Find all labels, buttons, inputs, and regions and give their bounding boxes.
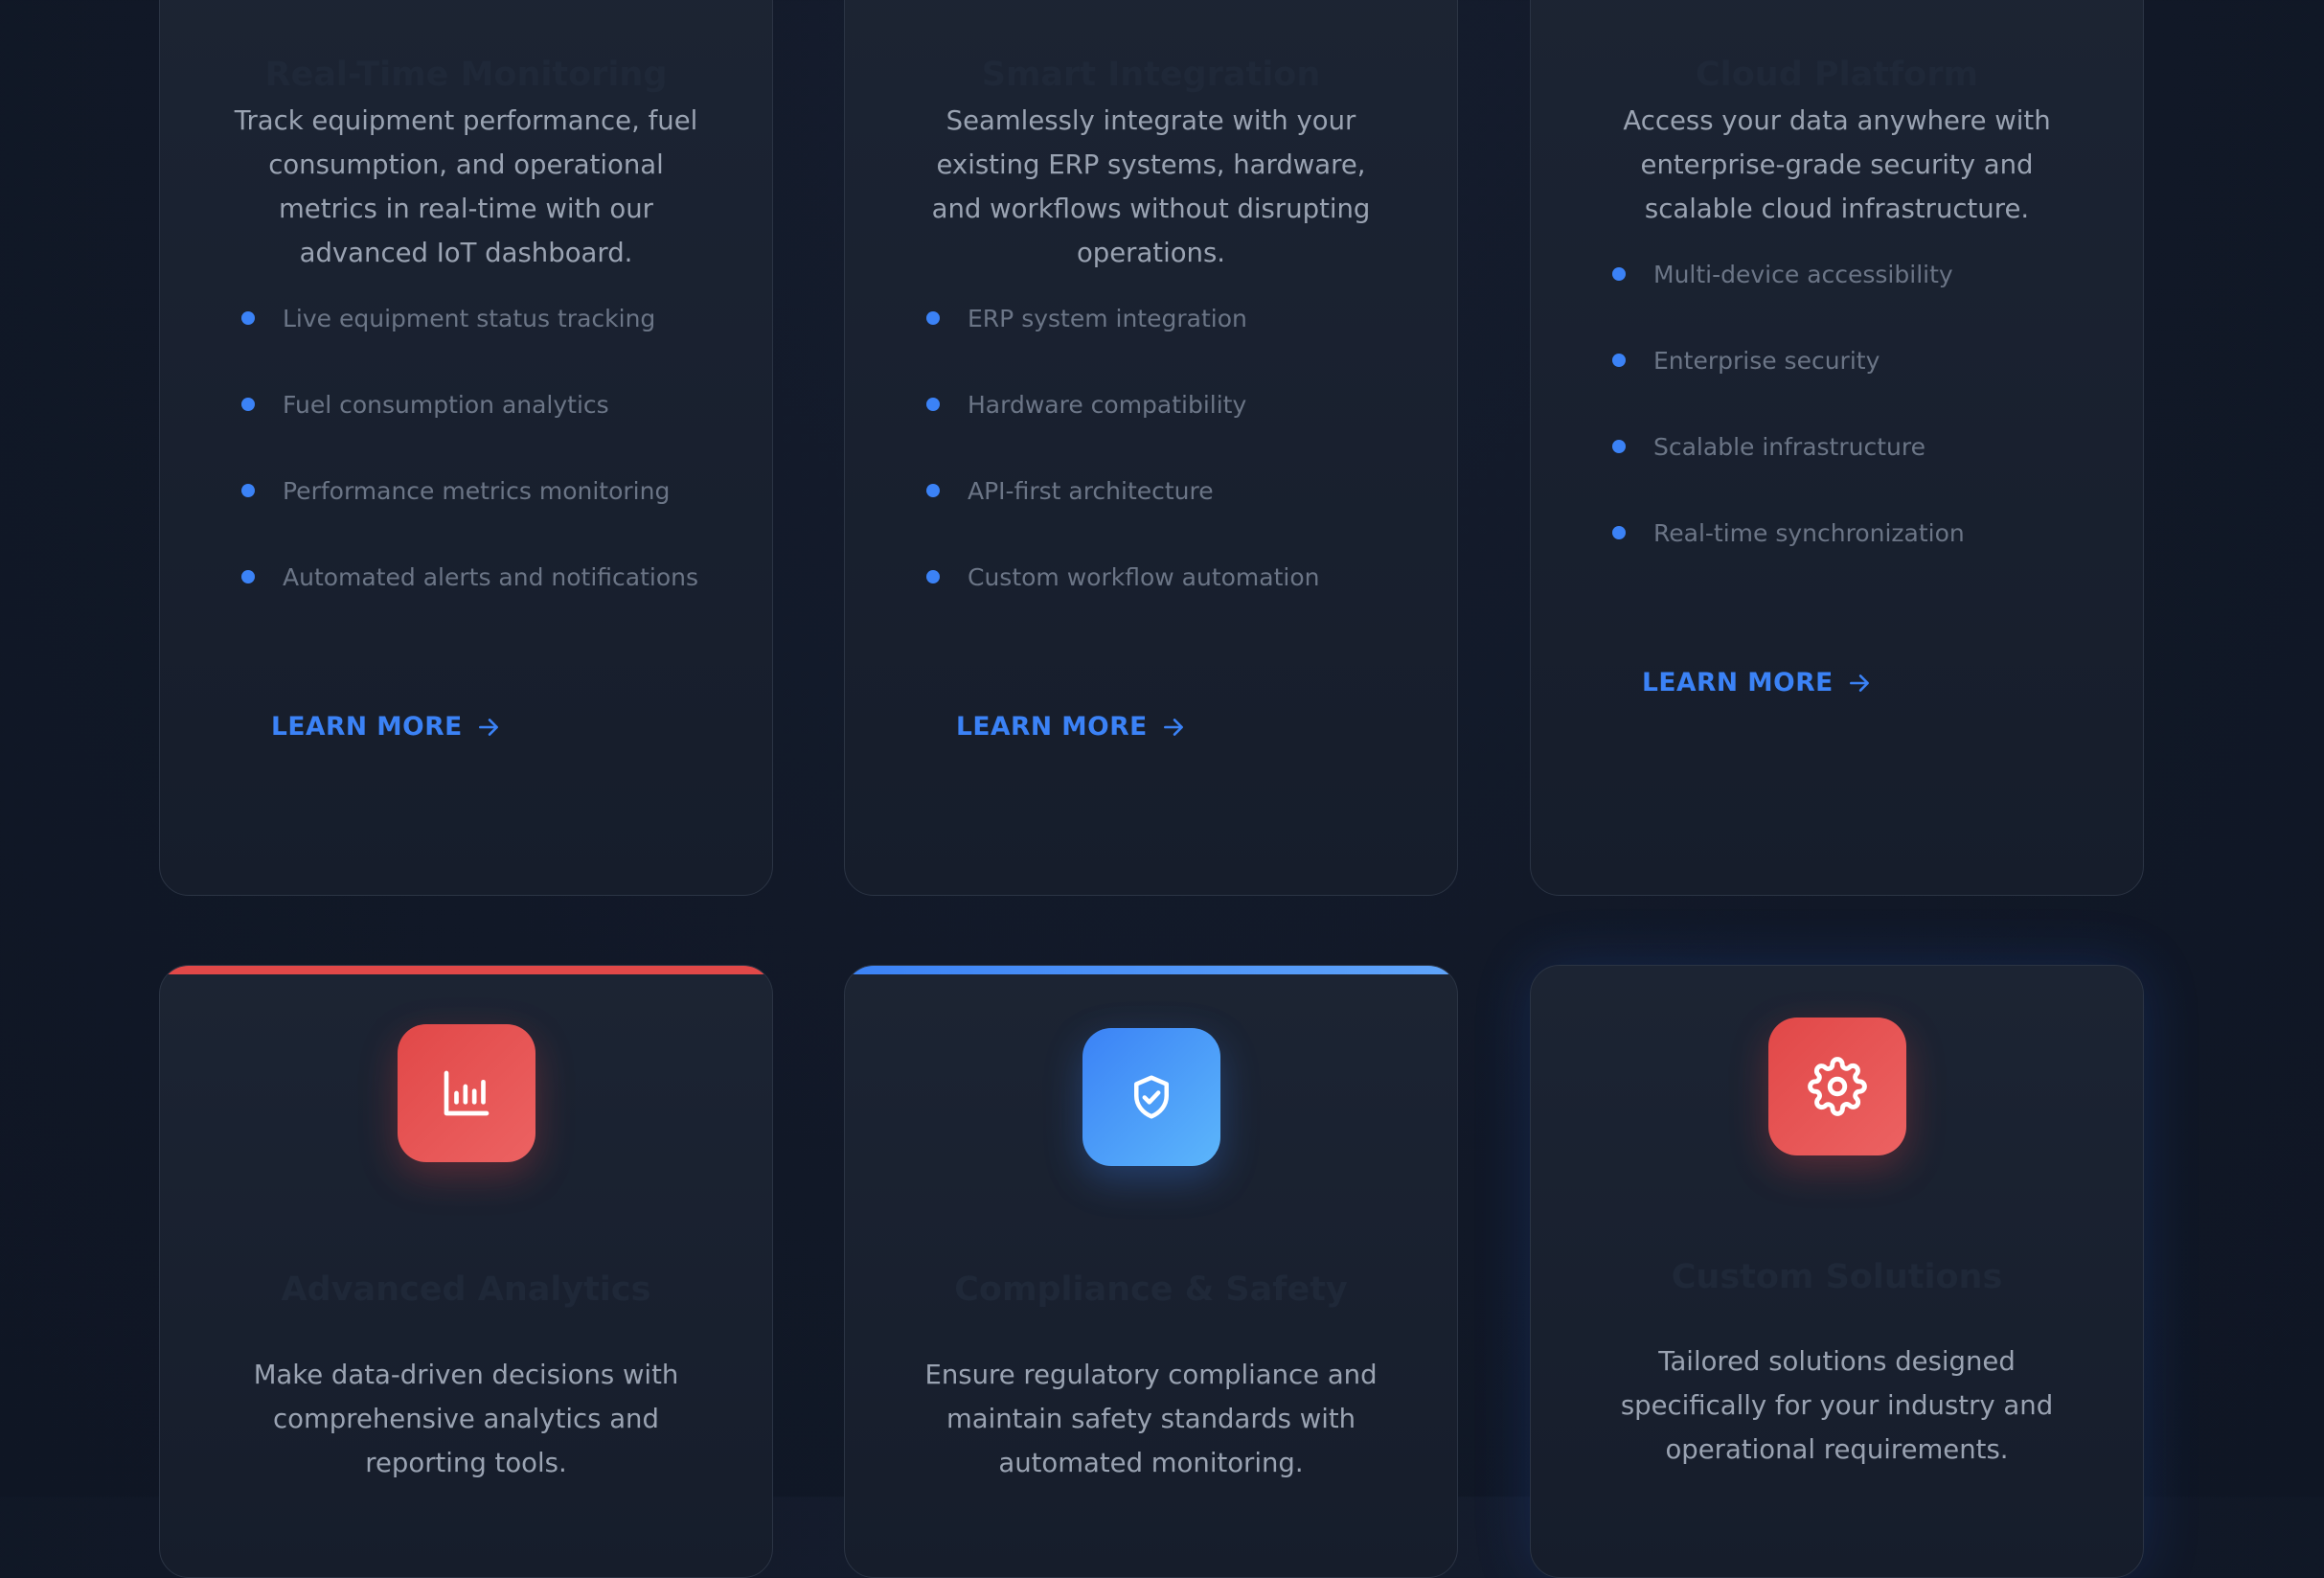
learn-more-label: LEARN MORE: [956, 712, 1148, 742]
feature-text: API-first architecture: [968, 476, 1214, 505]
bullet-dot-icon: [926, 311, 940, 325]
card-icon-tile: [1768, 1018, 1906, 1155]
card-description: Track equipment performance, fuel consum…: [234, 105, 698, 268]
card-icon-tile: [398, 1024, 535, 1162]
feature-text: Custom workflow automation: [968, 562, 1320, 591]
bullet-dot-icon: [1612, 267, 1626, 281]
arrow-right-icon: [478, 718, 498, 736]
bullet-dot-icon: [241, 570, 255, 583]
card-accent-bar: [160, 966, 772, 974]
card-title: Cloud Platform: [1696, 56, 1978, 94]
list-item: Performance metrics monitoring: [241, 447, 698, 534]
shield-check-icon: [1134, 1075, 1169, 1119]
bullet-dot-icon: [241, 484, 255, 497]
card-title: Compliance & Safety: [954, 1270, 1348, 1309]
card-description: Seamlessly integrate with your existing …: [931, 105, 1371, 268]
bullet-dot-icon: [1612, 354, 1626, 367]
bullet-dot-icon: [241, 398, 255, 411]
feature-text: Live equipment status tracking: [283, 304, 656, 332]
feature-text: Enterprise security: [1653, 346, 1880, 375]
learn-more-label: LEARN MORE: [271, 712, 463, 742]
bullet-dot-icon: [241, 311, 255, 325]
list-item: Hardware compatibility: [926, 361, 1319, 447]
card-description: Tailored solutions designed specifically…: [1620, 1346, 2054, 1465]
feature-card-real-time-monitoring: Real-Time Monitoring Track equipment per…: [159, 0, 773, 896]
feature-text: Scalable infrastructure: [1653, 432, 1925, 461]
bar-chart-icon: [444, 1070, 490, 1116]
bullet-dot-icon: [1612, 526, 1626, 539]
learn-more-label: LEARN MORE: [1642, 668, 1834, 698]
bullet-dot-icon: [926, 570, 940, 583]
card-title: Advanced Analytics: [281, 1270, 651, 1309]
card-accent-bar: [845, 966, 1457, 974]
card-description: Make data-driven decisions with comprehe…: [253, 1360, 679, 1478]
card-description: Ensure regulatory compliance and maintai…: [924, 1360, 1378, 1478]
arrow-right-icon: [1163, 718, 1183, 736]
feature-card-cloud-platform: Cloud Platform Access your data anywhere…: [1530, 0, 2144, 896]
list-item: Live equipment status tracking: [241, 275, 698, 361]
feature-text: Fuel consumption analytics: [283, 390, 609, 419]
feature-text: Multi-device accessibility: [1653, 260, 1953, 288]
list-item: Enterprise security: [1612, 317, 1965, 403]
feature-text: Performance metrics monitoring: [283, 476, 671, 505]
feature-list: ERP system integration Hardware compatib…: [926, 275, 1319, 620]
list-item: API-first architecture: [926, 447, 1319, 534]
feature-text: ERP system integration: [968, 304, 1247, 332]
learn-more-link[interactable]: LEARN MORE: [1642, 668, 1872, 698]
list-item: Custom workflow automation: [926, 534, 1319, 620]
feature-list: Live equipment status tracking Fuel cons…: [241, 275, 698, 620]
feature-text: Real-time synchronization: [1653, 518, 1965, 547]
list-item: ERP system integration: [926, 275, 1319, 361]
arrow-right-icon: [1849, 674, 1869, 692]
card-description: Access your data anywhere with enterpris…: [1623, 105, 2051, 224]
list-item: Multi-device accessibility: [1612, 231, 1965, 317]
bullet-dot-icon: [926, 484, 940, 497]
feature-text: Automated alerts and notifications: [283, 562, 699, 591]
learn-more-link[interactable]: LEARN MORE: [956, 712, 1186, 742]
bullet-dot-icon: [926, 398, 940, 411]
bullet-dot-icon: [1612, 440, 1626, 453]
card-title: Real-Time Monitoring: [264, 56, 668, 94]
learn-more-link[interactable]: LEARN MORE: [271, 712, 501, 742]
feature-card-compliance-safety: Compliance & Safety Ensure regulatory co…: [844, 965, 1458, 1578]
list-item: Automated alerts and notifications: [241, 534, 698, 620]
list-item: Fuel consumption analytics: [241, 361, 698, 447]
feature-card-advanced-analytics: Advanced Analytics Make data-driven deci…: [159, 965, 773, 1578]
feature-list: Multi-device accessibility Enterprise se…: [1612, 231, 1965, 576]
card-title: Custom Solutions: [1671, 1258, 2003, 1296]
gear-icon: [1808, 1057, 1867, 1116]
card-title: Smart Integration: [981, 56, 1321, 94]
feature-text: Hardware compatibility: [968, 390, 1247, 419]
list-item: Scalable infrastructure: [1612, 403, 1965, 490]
feature-card-smart-integration: Smart Integration Seamlessly integrate w…: [844, 0, 1458, 896]
list-item: Real-time synchronization: [1612, 490, 1965, 576]
feature-card-custom-solutions: Custom Solutions Tailored solutions desi…: [1530, 965, 2144, 1578]
card-icon-tile: [1082, 1028, 1220, 1166]
